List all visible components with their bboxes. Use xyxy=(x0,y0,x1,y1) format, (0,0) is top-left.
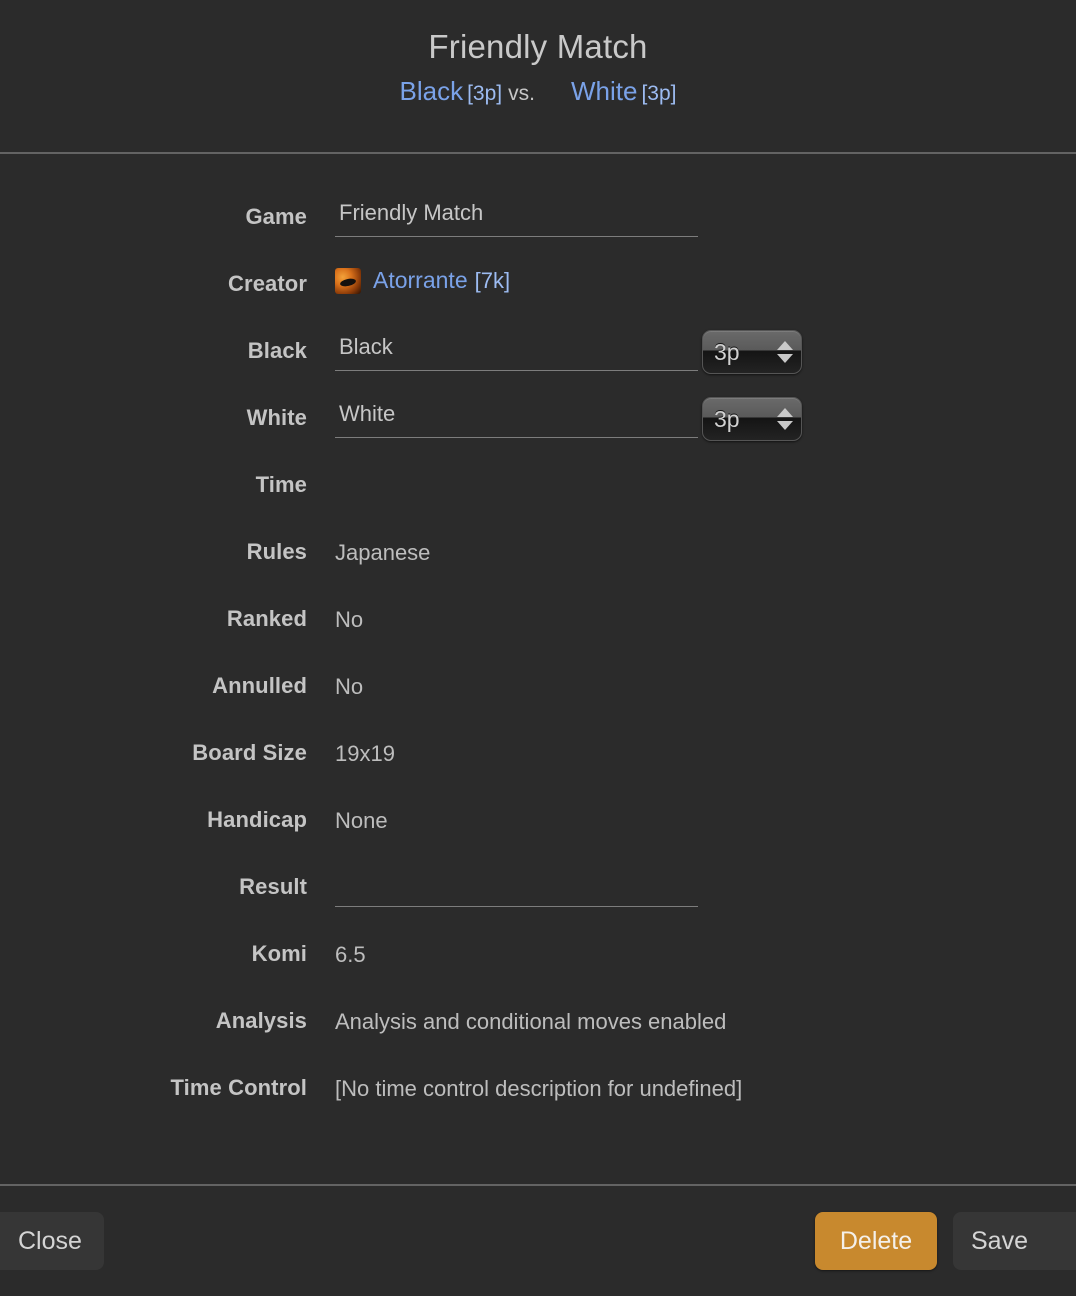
value-board-size: 19x19 xyxy=(335,741,395,766)
label-ranked: Ranked xyxy=(226,606,307,631)
modal-body: Game Creator Atorrante [7k] Black 3p xyxy=(0,154,1076,1184)
creator-rank: [7k] xyxy=(474,267,511,293)
field-row-white: White 3p xyxy=(0,397,1076,466)
label-result: Result xyxy=(239,874,307,899)
label-analysis: Analysis xyxy=(215,1008,307,1033)
black-stepper-arrows[interactable] xyxy=(775,341,801,363)
label-black: Black xyxy=(247,338,307,363)
label-rules: Rules xyxy=(246,539,307,564)
white-player-input[interactable] xyxy=(335,401,698,438)
value-analysis: Analysis and conditional moves enabled xyxy=(335,1009,727,1034)
label-creator: Creator xyxy=(228,271,307,296)
flame-avatar-icon xyxy=(335,267,361,294)
black-rank-value: 3p xyxy=(714,339,740,365)
game-name-input-wrap xyxy=(307,198,698,237)
label-handicap: Handicap xyxy=(207,807,307,832)
field-row-creator: Creator Atorrante [7k] xyxy=(0,265,1076,332)
save-button[interactable]: Save xyxy=(953,1212,1076,1270)
field-row-game: Game xyxy=(0,198,1076,265)
value-annulled: No xyxy=(335,674,364,699)
value-rules: Japanese xyxy=(335,540,431,565)
delete-button[interactable]: Delete xyxy=(815,1212,937,1270)
value-handicap: None xyxy=(335,808,388,833)
black-rank-stepper[interactable]: 3p xyxy=(702,330,802,374)
field-row-analysis: Analysis Analysis and conditional moves … xyxy=(0,1002,1076,1069)
field-row-komi: Komi 6.5 xyxy=(0,935,1076,1002)
game-info-modal: Friendly Match Black [3p] vs. White [3p] Gam… xyxy=(0,0,1076,1296)
creator-value: Atorrante [7k] xyxy=(307,265,510,294)
field-row-rules: Rules Japanese xyxy=(0,533,1076,600)
modal-header: Friendly Match Black [3p] vs. White [3p] xyxy=(0,0,1076,154)
white-player-link[interactable]: White xyxy=(571,76,637,106)
black-player-wrap: 3p xyxy=(307,330,802,374)
game-name-input[interactable] xyxy=(335,200,698,237)
vs-separator: vs. xyxy=(508,82,535,105)
modal-footer: Close Delete Save xyxy=(0,1184,1076,1296)
creator-name-link[interactable]: Atorrante xyxy=(373,267,468,294)
black-player-input[interactable] xyxy=(335,334,698,371)
caret-up-icon[interactable] xyxy=(777,408,793,417)
close-button[interactable]: Close xyxy=(0,1212,104,1270)
caret-up-icon[interactable] xyxy=(777,341,793,350)
value-time xyxy=(307,466,1076,472)
black-player-link[interactable]: Black xyxy=(400,76,464,106)
label-time-control: Time Control xyxy=(170,1075,307,1100)
white-rank-stepper[interactable]: 3p xyxy=(702,397,802,441)
result-input[interactable] xyxy=(335,870,698,907)
label-white: White xyxy=(246,405,307,430)
matchup-subtitle: Black [3p] vs. White [3p] xyxy=(0,74,1076,111)
value-komi: 6.5 xyxy=(335,942,366,967)
white-player-rank: [3p] xyxy=(641,82,677,105)
label-komi: Komi xyxy=(251,941,307,966)
field-row-board-size: Board Size 19x19 xyxy=(0,734,1076,801)
white-stepper-arrows[interactable] xyxy=(775,408,801,430)
field-row-handicap: Handicap None xyxy=(0,801,1076,868)
field-row-result: Result xyxy=(0,868,1076,935)
value-time-control: [No time control description for undefin… xyxy=(335,1076,743,1101)
result-input-wrap xyxy=(307,868,698,907)
white-rank-value: 3p xyxy=(714,406,740,432)
field-row-time: Time xyxy=(0,466,1076,533)
label-annulled: Annulled xyxy=(212,673,307,698)
label-board-size: Board Size xyxy=(192,740,307,765)
field-row-annulled: Annulled No xyxy=(0,667,1076,734)
white-player-wrap: 3p xyxy=(307,397,802,441)
label-time: Time xyxy=(255,472,307,497)
black-player-rank: [3p] xyxy=(467,82,503,105)
field-row-black: Black 3p xyxy=(0,330,1076,399)
page-title: Friendly Match xyxy=(428,28,648,65)
caret-down-icon[interactable] xyxy=(777,421,793,430)
label-game: Game xyxy=(245,204,307,229)
field-row-time-control: Time Control [No time control descriptio… xyxy=(0,1069,1076,1136)
value-ranked: No xyxy=(335,607,364,632)
field-row-ranked: Ranked No xyxy=(0,600,1076,667)
caret-down-icon[interactable] xyxy=(777,354,793,363)
